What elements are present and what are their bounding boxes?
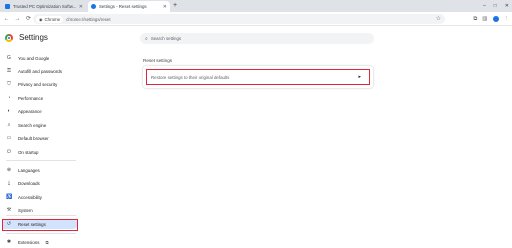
sidebar-item-accessibility[interactable]: ♿ Accessibility [2,192,78,202]
sidebar-item-downloads[interactable]: ⤓ Downloads [2,178,78,188]
download-icon: ⤓ [7,180,11,186]
puzzle-icon: ✱ [6,239,12,245]
page-title: Settings [19,33,48,42]
search-settings-box[interactable]: ⌕ [140,33,374,44]
sidebar-item-label: Privacy and security [18,81,58,87]
speedometer-icon: ◔ [7,95,11,101]
sidebar-item-label: On startup [18,149,39,155]
close-icon[interactable]: ✕ [163,4,167,10]
minimize-icon[interactable]: – [483,1,486,11]
sidebar-item-label: You and Google [18,55,50,61]
sidebar-item-label: Autofill and passwords [18,68,62,74]
globe-icon: ⊕ [6,167,12,173]
arrow-right-icon: ▸ [358,74,361,80]
back-icon[interactable]: ← [2,14,11,23]
sidebar-item-system[interactable]: ⚒ System [2,205,78,215]
address-bar[interactable]: ◉ Chrome chrome://settings/reset ☆ [33,14,445,24]
sidebar-item-you-and-google[interactable]: G You and Google [2,53,78,63]
site-favicon-icon [5,4,10,9]
profile-avatar[interactable] [492,16,499,22]
chrome-logo-icon [5,34,13,42]
chrome-chip[interactable]: ◉ Chrome [36,15,64,23]
browser-toolbar: ← → ⟳ ◉ Chrome chrome://settings/reset ☆… [0,12,512,26]
sidebar-item-label: Performance [18,95,44,101]
tab-settings-reset[interactable]: Settings - Reset settings ✕ [88,1,170,12]
tab-trusted-pc[interactable]: Trusted PC Optimization Softw... ✕ [2,1,86,12]
menu-icon[interactable]: ⋮ [504,16,510,22]
side-panel-icon[interactable]: ▥ [482,16,487,22]
reload-icon[interactable]: ⟳ [24,14,33,23]
key-icon: ⚿ [7,68,11,74]
sidebar-item-performance[interactable]: ◔ Performance [2,93,78,103]
palette-icon: ◐ [7,108,11,114]
url-text: chrome://settings/reset [66,16,111,22]
bookmark-star-icon[interactable]: ☆ [436,15,441,22]
sidebar-item-label: Appearance [18,108,42,114]
restore-defaults-label: Restore settings to their original defau… [151,74,230,80]
search-icon: ⌕ [7,122,11,128]
sidebar-item-label: Default browser [18,135,49,141]
settings-favicon-icon [91,4,96,9]
sidebar-item-privacy-and-security[interactable]: ⛉ Privacy and security [2,79,78,89]
browser-icon: ▭ [6,135,12,141]
accessibility-icon: ♿ [6,194,13,200]
sidebar-divider [6,233,76,234]
google-icon: G [7,55,11,61]
sidebar-item-label: Search engine [18,122,47,128]
sidebar-item-extensions[interactable]: ✱ Extensions ⧉ [2,237,78,247]
sidebar-item-label: System [18,207,33,213]
sidebar-item-label: Downloads [18,180,40,186]
toolbar-right: ⧉ ▥ ⋮ [473,14,509,24]
sidebar-item-on-startup[interactable]: ⏻ On startup [2,147,78,157]
window-controls: – □ ✕ [483,1,509,11]
sidebar-item-label: Extensions [18,239,40,245]
sidebar-divider [6,160,76,161]
power-icon: ⏻ [7,149,11,155]
search-icon: ⌕ [145,35,148,42]
new-tab-icon[interactable]: + [173,1,177,11]
tab-strip: Trusted PC Optimization Softw... ✕ Setti… [0,0,512,12]
sidebar-item-languages[interactable]: ⊕ Languages [2,165,78,175]
sidebar-item-autofill-and-passwords[interactable]: ⚿ Autofill and passwords [2,66,78,76]
close-window-icon[interactable]: ✕ [505,1,509,11]
tab-title: Settings - Reset settings [99,4,147,9]
search-input[interactable] [150,36,351,41]
restore-defaults-row[interactable]: Restore settings to their original defau… [146,69,370,85]
settings-header: Settings ⌕ [0,27,512,49]
reset-settings-highlight [2,219,78,231]
forward-icon[interactable]: → [13,14,22,23]
shield-icon: ⛉ [7,81,11,87]
sidebar-item-default-browser[interactable]: ▭ Default browser [2,133,78,143]
external-link-icon: ⧉ [45,239,49,245]
sidebar-item-appearance[interactable]: ◐ Appearance [2,106,78,116]
wrench-icon: ⚒ [6,207,12,213]
maximize-icon[interactable]: □ [494,1,497,11]
chrome-icon: ◉ [39,16,43,22]
sidebar-divider [6,215,76,216]
tab-title: Trusted PC Optimization Softw... [13,4,77,9]
close-icon[interactable]: ✕ [79,4,83,10]
chip-label: Chrome [44,16,61,22]
sidebar-item-label: Languages [18,167,40,173]
extensions-icon[interactable]: ⧉ [473,16,477,23]
sidebar-item-search-engine[interactable]: ⌕ Search engine [2,120,78,130]
section-title: Reset settings [143,58,173,63]
sidebar-item-label: Accessibility [18,194,42,200]
